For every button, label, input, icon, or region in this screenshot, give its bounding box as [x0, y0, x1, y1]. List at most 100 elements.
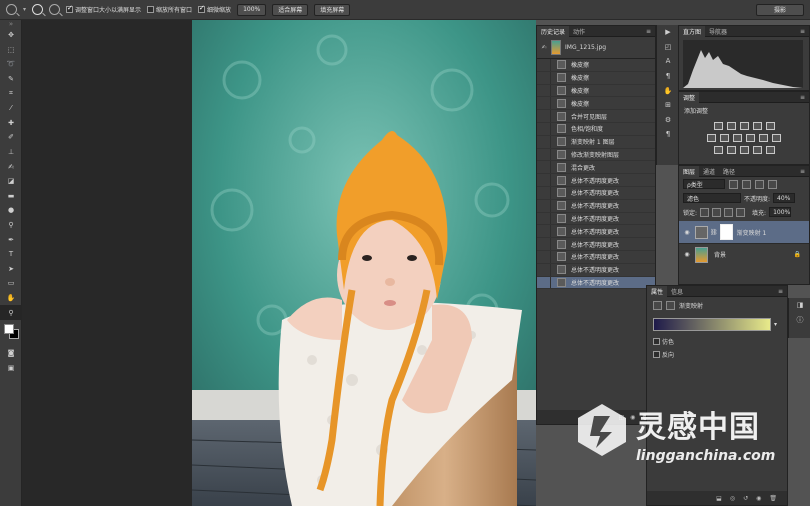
history-item[interactable]: 总体不透明度更改 [537, 263, 655, 277]
opacity-input[interactable]: 40% [773, 193, 796, 203]
workspace-select[interactable]: 摄影 [756, 3, 804, 16]
color-lookup-icon[interactable] [772, 134, 781, 142]
history-source-slot[interactable] [537, 250, 551, 263]
history-item[interactable]: 合并可见图层 [537, 110, 655, 123]
history-brush-source-icon[interactable]: ✍ [537, 44, 551, 51]
foreground-color-swatch[interactable] [4, 323, 14, 334]
history-item[interactable]: 橡皮擦 [537, 84, 655, 98]
trash-icon[interactable]: 🗑 [769, 495, 777, 502]
link-icon[interactable]: ⛓ [710, 229, 718, 236]
chevron-down-icon[interactable]: ▾ [23, 6, 26, 13]
history-source-slot[interactable] [537, 238, 551, 250]
tab-histogram[interactable]: 直方图 [679, 25, 706, 37]
history-source-slot[interactable] [537, 199, 551, 212]
blend-mode-select[interactable]: 滤色 [683, 193, 741, 203]
notes-icon[interactable]: ¶ [657, 127, 679, 142]
scrubby-zoom-option[interactable]: 细微缩放 [198, 4, 231, 14]
history-brush-tool-icon[interactable]: ✍ [0, 159, 22, 174]
history-item[interactable]: 总体不透明度更改 [537, 186, 655, 200]
history-source-slot[interactable] [537, 84, 551, 97]
history-item[interactable]: 总体不透明度更改 [537, 238, 655, 251]
history-source-slot[interactable] [537, 97, 551, 110]
visibility-icon[interactable]: ◉ [756, 495, 761, 502]
hue-saturation-icon[interactable] [707, 134, 716, 142]
fill-screen-button[interactable]: 填充屏幕 [314, 3, 351, 16]
checkbox[interactable] [198, 4, 206, 13]
history-item[interactable]: 混合更改 [537, 161, 655, 175]
eye-icon[interactable]: ◉ [679, 229, 695, 236]
history-item[interactable]: 橡皮擦 [537, 59, 655, 72]
healing-tool-icon[interactable]: ✚ [0, 116, 22, 131]
pen-tool-icon[interactable]: ✒ [0, 232, 22, 247]
view-previous-icon[interactable]: ◎ [730, 495, 735, 502]
layer-filter-select[interactable]: ρ类型 [683, 179, 725, 189]
clone-source-icon[interactable]: ✋ [657, 83, 679, 98]
posterize-icon[interactable] [726, 146, 736, 154]
filter-pixel-icon[interactable] [729, 179, 738, 189]
panel-menu-icon[interactable]: ≡ [646, 28, 651, 35]
zoom-tool-icon[interactable]: ⚲ [0, 305, 22, 320]
fit-screen-button[interactable]: 适合屏幕 [272, 3, 309, 16]
lock-pixels-icon[interactable] [712, 207, 722, 217]
tab-navigator[interactable]: 导航器 [705, 26, 731, 37]
move-tool-icon[interactable]: ✥ [0, 28, 22, 43]
checkbox[interactable] [653, 338, 660, 345]
layer-row-gradient-map[interactable]: ◉ ⛓ 渐变映射 1 [679, 221, 809, 243]
quick-select-tool-icon[interactable]: ✎ [0, 72, 22, 87]
color-balance-icon[interactable] [720, 134, 729, 142]
history-item[interactable]: 总体不透明度更改 [537, 174, 655, 187]
history-source-slot[interactable] [537, 59, 551, 71]
info-icon[interactable]: ⓘ [789, 313, 810, 328]
eye-icon[interactable]: ◉ [679, 251, 695, 258]
vibrance-icon[interactable] [765, 122, 775, 130]
history-item[interactable]: 色相/饱和度 [537, 122, 655, 136]
filter-adjust-icon[interactable] [742, 179, 751, 189]
rectangle-tool-icon[interactable]: ▭ [0, 276, 22, 291]
history-item[interactable]: 总体不透明度更改 [537, 250, 655, 264]
panel-grip[interactable]: » [0, 20, 22, 28]
color-swatches[interactable] [0, 320, 21, 346]
panel-menu-icon[interactable]: ≡ [800, 28, 805, 35]
history-source-slot[interactable] [537, 276, 551, 289]
history-source-slot[interactable] [537, 110, 551, 122]
levels-icon[interactable] [726, 122, 736, 130]
dodge-tool-icon[interactable]: ⚲ [0, 218, 22, 233]
chevron-down-icon[interactable]: ▾ [774, 321, 777, 328]
history-source-slot[interactable] [537, 263, 551, 276]
brightness-icon[interactable] [713, 122, 723, 130]
type-tool-icon[interactable]: T [0, 247, 22, 262]
gradient-tool-icon[interactable]: ▬ [0, 189, 22, 204]
fill-input[interactable]: 100% [769, 207, 792, 217]
exposure-icon[interactable] [752, 122, 762, 130]
history-source-slot[interactable] [537, 174, 551, 186]
zoom-all-windows-option[interactable]: 缩放所有窗口 [147, 5, 192, 14]
history-source-slot[interactable] [537, 135, 551, 148]
invert-icon[interactable] [713, 146, 723, 154]
screen-mode-icon[interactable]: ▣ [0, 360, 22, 375]
reverse-option[interactable]: 反向 [647, 348, 787, 361]
history-source-slot[interactable] [537, 186, 551, 199]
zoom-100-button[interactable]: 100% [237, 3, 267, 16]
lock-position-icon[interactable] [724, 207, 734, 217]
panel-menu-icon[interactable]: ≡ [800, 168, 805, 175]
tab-paths[interactable]: 路径 [719, 166, 739, 177]
dither-option[interactable]: 仿色 [647, 335, 787, 348]
history-source-slot[interactable] [537, 122, 551, 135]
black-white-icon[interactable] [733, 134, 742, 142]
threshold-icon[interactable] [739, 146, 749, 154]
zoom-tool-icon[interactable] [6, 4, 17, 15]
history-source-slot[interactable] [537, 161, 551, 174]
crop-tool-icon[interactable]: ⌗ [0, 86, 22, 101]
reset-icon[interactable]: ↺ [743, 495, 748, 502]
zoom-in-icon[interactable] [32, 4, 44, 15]
history-source-slot[interactable] [537, 225, 551, 238]
tab-properties[interactable]: 属性 [647, 285, 668, 297]
tab-history[interactable]: 历史记录 [537, 25, 570, 37]
checkbox[interactable] [653, 351, 660, 358]
tab-info[interactable]: 信息 [667, 286, 687, 297]
zoom-out-icon[interactable] [49, 4, 61, 15]
history-item[interactable]: 橡皮擦 [537, 71, 655, 85]
selective-color-icon[interactable] [765, 146, 775, 154]
brush-tool-icon[interactable]: ✐ [0, 130, 22, 145]
marquee-tool-icon[interactable]: ⬚ [0, 43, 22, 58]
